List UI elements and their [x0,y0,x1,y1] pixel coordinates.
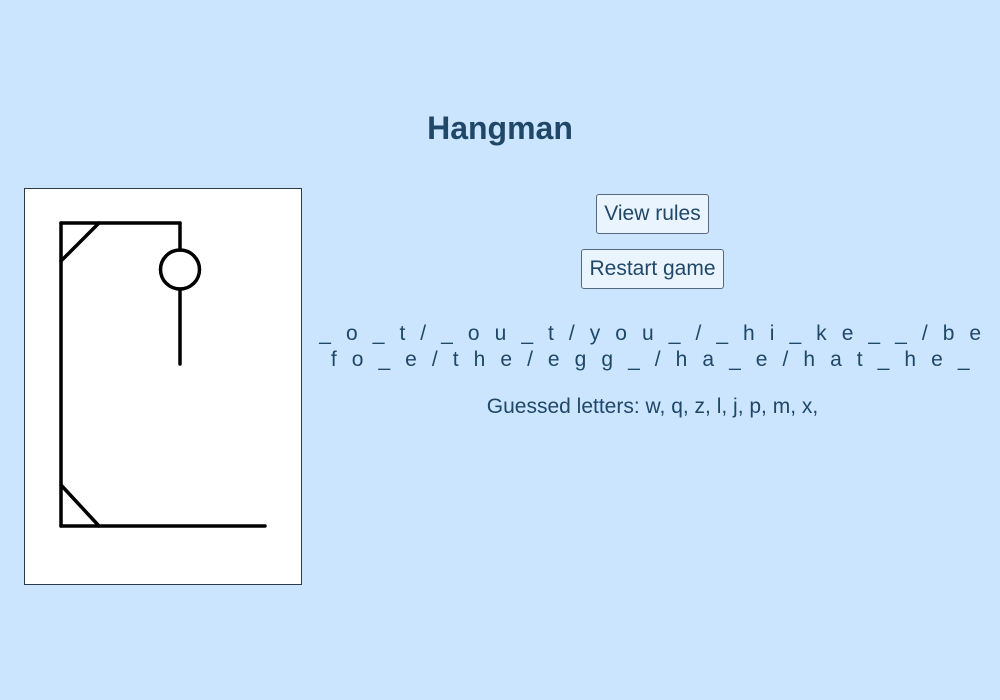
hangman-canvas [24,188,302,585]
restart-button-row: Restart game [310,249,995,289]
rules-button-row: View rules [310,194,995,234]
word-display: _ o _ t / _ o u _ t / y o u _ / _ h i _ … [319,322,986,371]
gallows-brace-top [59,221,101,263]
guessed-letters-label: Guessed letters: [486,395,640,418]
page-title: Hangman [427,110,573,146]
hangman-drawing [59,221,267,528]
gallows-brace-bottom [59,483,101,528]
view-rules-button[interactable]: View rules [596,194,709,234]
guessed-letters: Guessed letters: w, q, z, l, j, p, m, x, [310,394,995,420]
restart-game-button[interactable]: Restart game [581,249,724,289]
hangman-head [158,248,202,291]
game-panel: View rules Restart game _ o _ t / _ o u … [310,194,995,420]
guessed-letters-list: w, q, z, l, j, p, m, x, [645,395,819,418]
game-page: Hangman View rules Restart game _ o _ t … [0,0,1000,700]
